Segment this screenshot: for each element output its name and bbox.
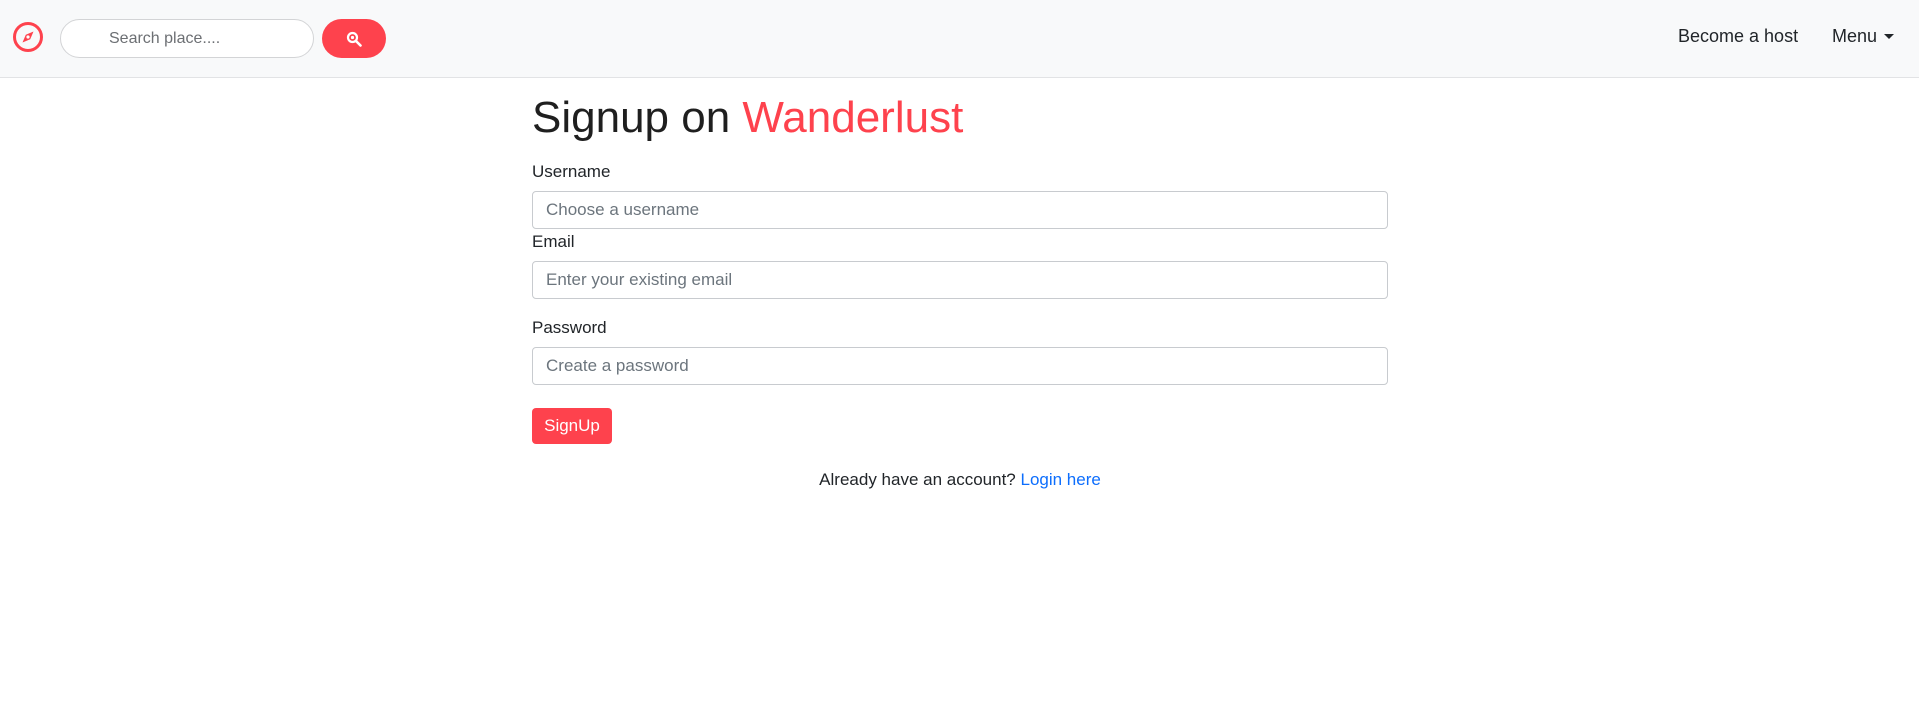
compass-icon[interactable] <box>12 21 44 53</box>
signup-button[interactable]: SignUp <box>532 408 612 444</box>
username-input[interactable] <box>532 191 1388 229</box>
compass-icon-graphic <box>13 22 43 52</box>
username-label: Username <box>532 162 611 181</box>
search-button[interactable] <box>322 19 386 58</box>
become-host-link[interactable]: Become a host <box>1678 26 1798 47</box>
page-title-brand: Wanderlust <box>742 93 964 142</box>
search-icon <box>346 31 362 47</box>
login-link[interactable]: Login here <box>1020 470 1100 489</box>
password-input[interactable] <box>532 347 1388 385</box>
login-prompt-text: Already have an account? <box>819 470 1021 489</box>
menu-label: Menu <box>1832 26 1878 46</box>
page-title: Signup on Wanderlust <box>532 92 1388 144</box>
caret-down-icon <box>1884 34 1895 39</box>
email-label: Email <box>532 232 575 251</box>
search-input[interactable] <box>60 19 314 58</box>
signup-form: Signup on Wanderlust Username Email Pass… <box>532 92 1388 489</box>
page-title-prefix: Signup on <box>532 93 743 142</box>
menu-dropdown[interactable]: Menu <box>1832 26 1895 47</box>
password-label: Password <box>532 318 607 337</box>
navbar: Become a host Menu <box>0 0 1919 78</box>
email-input[interactable] <box>532 261 1388 299</box>
login-prompt: Already have an account? Login here <box>532 470 1388 490</box>
